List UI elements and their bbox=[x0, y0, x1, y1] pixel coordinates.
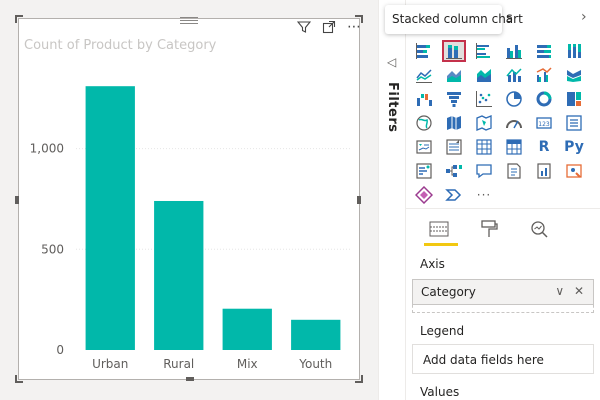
treemap-icon[interactable] bbox=[562, 88, 586, 110]
100-stacked-bar-chart-icon[interactable] bbox=[532, 40, 556, 62]
shape-map-icon[interactable] bbox=[472, 112, 496, 134]
area-chart-icon[interactable] bbox=[442, 64, 466, 86]
filled-map-icon[interactable] bbox=[442, 112, 466, 134]
power-apps-icon[interactable] bbox=[412, 184, 436, 206]
funnel-chart-icon[interactable] bbox=[442, 88, 466, 110]
decomposition-tree-icon[interactable] bbox=[442, 160, 466, 182]
x-tick-label: Mix bbox=[237, 357, 258, 371]
bar-rural[interactable] bbox=[154, 200, 204, 350]
x-tick-label: Rural bbox=[163, 357, 194, 371]
slicer-icon[interactable] bbox=[442, 136, 466, 158]
visualizations-pane: s › 123 R Py ··· Axis Category ∨ ✕ Legen… bbox=[406, 0, 600, 400]
axis-section-label: Axis bbox=[420, 257, 445, 271]
fields-tab[interactable] bbox=[424, 214, 454, 244]
scatter-chart-icon[interactable] bbox=[472, 88, 496, 110]
legend-section-label: Legend bbox=[420, 324, 465, 338]
x-tick-label: Urban bbox=[92, 357, 128, 371]
paginated-report-icon[interactable] bbox=[532, 160, 556, 182]
y-tick-label: 1,000 bbox=[30, 142, 64, 156]
matrix-icon[interactable] bbox=[502, 136, 526, 158]
svg-text:123: 123 bbox=[538, 121, 550, 128]
axis-drop-zone[interactable] bbox=[412, 289, 594, 313]
line-chart-icon[interactable] bbox=[412, 64, 436, 86]
analytics-tab[interactable] bbox=[524, 214, 554, 244]
python-visual-icon[interactable]: Py bbox=[562, 136, 586, 158]
legend-drop-zone[interactable]: Add data fields here bbox=[412, 344, 594, 374]
filters-pane[interactable]: ◁ Filters bbox=[378, 0, 406, 400]
smart-narrative-icon[interactable] bbox=[502, 160, 526, 182]
format-tab[interactable] bbox=[474, 214, 504, 244]
divider bbox=[406, 208, 600, 209]
100-stacked-column-chart-icon[interactable] bbox=[562, 40, 586, 62]
line-and-stacked-column-chart-icon[interactable] bbox=[502, 64, 526, 86]
active-tab-indicator bbox=[424, 243, 458, 246]
bar-mix[interactable] bbox=[222, 308, 272, 350]
stacked-area-chart-icon[interactable] bbox=[472, 64, 496, 86]
clustered-bar-chart-icon[interactable] bbox=[472, 40, 496, 62]
donut-chart-icon[interactable] bbox=[532, 88, 556, 110]
clustered-column-chart-icon[interactable] bbox=[502, 40, 526, 62]
fields-icon bbox=[429, 221, 449, 237]
kpi-icon[interactable] bbox=[412, 136, 436, 158]
waterfall-chart-icon[interactable] bbox=[412, 88, 436, 110]
qa-icon[interactable] bbox=[472, 160, 496, 182]
ribbon-chart-icon[interactable] bbox=[562, 64, 586, 86]
paint-roller-icon bbox=[481, 220, 498, 237]
legend-placeholder: Add data fields here bbox=[423, 353, 544, 367]
gauge-icon[interactable] bbox=[502, 112, 526, 134]
table-icon[interactable] bbox=[472, 136, 496, 158]
r-script-text: R bbox=[538, 139, 550, 155]
y-tick-label: 500 bbox=[41, 242, 64, 256]
card-icon[interactable]: 123 bbox=[532, 112, 556, 134]
line-and-clustered-column-chart-icon[interactable] bbox=[532, 64, 556, 86]
key-influencers-icon[interactable] bbox=[412, 160, 436, 182]
analytics-magnifier-icon bbox=[531, 221, 548, 238]
multi-row-card-icon[interactable] bbox=[562, 112, 586, 134]
filters-label[interactable]: Filters bbox=[385, 82, 400, 132]
stacked-column-chart-icon[interactable] bbox=[442, 40, 466, 62]
more-visuals-text: ··· bbox=[476, 188, 492, 202]
visual-type-gallery: 123 R Py ··· bbox=[412, 40, 596, 208]
get-more-visuals-icon[interactable]: ··· bbox=[472, 184, 496, 206]
expand-filters-icon[interactable]: ◁ bbox=[387, 55, 396, 69]
bar-youth[interactable] bbox=[291, 319, 341, 350]
y-tick-label: 0 bbox=[56, 343, 64, 357]
collapse-pane-icon[interactable]: › bbox=[581, 9, 587, 25]
x-tick-label: Youth bbox=[298, 357, 332, 371]
pie-chart-icon[interactable] bbox=[502, 88, 526, 110]
r-script-visual-icon[interactable]: R bbox=[532, 136, 556, 158]
values-section-label: Values bbox=[420, 385, 460, 399]
power-automate-icon[interactable] bbox=[442, 184, 466, 206]
stacked-bar-chart-icon[interactable] bbox=[412, 40, 436, 62]
arcgis-map-icon[interactable] bbox=[562, 160, 586, 182]
python-text: Py bbox=[564, 139, 584, 155]
visual-type-tooltip: Stacked column chart bbox=[385, 5, 523, 34]
report-canvas: ⋯ Count of Product by Category 0 500 1,000… bbox=[0, 0, 378, 400]
map-icon[interactable] bbox=[412, 112, 436, 134]
bar-urban[interactable] bbox=[85, 86, 135, 350]
column-chart: 0 500 1,000 Urban Rural Mix Youth bbox=[30, 86, 350, 371]
